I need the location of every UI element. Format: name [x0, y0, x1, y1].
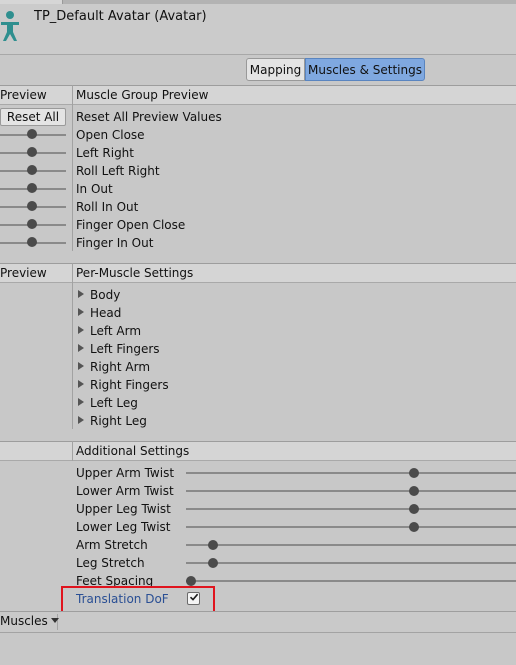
setting-slider-handle[interactable] [409, 522, 419, 532]
setting-slider-track[interactable] [186, 580, 516, 582]
setting-slider-track[interactable] [186, 490, 516, 492]
muscle-group-preview-header: Preview Muscle Group Preview [0, 85, 516, 105]
muscle-group-row: Finger Open Close [76, 218, 186, 232]
foldout-left-leg[interactable]: Left Leg [78, 396, 138, 410]
setting-label: Upper Arm Twist [76, 466, 175, 480]
window-tab[interactable] [0, 0, 63, 4]
muscle-group-row: Open Close [76, 128, 145, 142]
expand-triangle-icon [78, 398, 84, 406]
section-title: Additional Settings [76, 444, 190, 458]
muscle-group-row: Roll In Out [76, 200, 139, 214]
foldout-left-arm[interactable]: Left Arm [78, 324, 141, 338]
expand-triangle-icon [78, 416, 84, 424]
reset-all-button[interactable]: Reset All [0, 108, 66, 126]
setting-slider-track[interactable] [186, 472, 516, 474]
per-muscle-settings-header: Preview Per-Muscle Settings [0, 263, 516, 283]
setting-slider-track[interactable] [186, 544, 516, 546]
preview-slider-handle[interactable] [27, 201, 37, 211]
highlight-box [61, 586, 215, 614]
foldout-body[interactable]: Body [78, 288, 120, 302]
foldout-right-leg[interactable]: Right Leg [78, 414, 147, 428]
expand-triangle-icon [78, 308, 84, 316]
setting-label: Lower Leg Twist [76, 520, 171, 534]
muscles-dropdown[interactable]: Muscles [0, 614, 59, 630]
foldout-right-fingers[interactable]: Right Fingers [78, 378, 169, 392]
setting-slider-handle[interactable] [409, 504, 419, 514]
tab-muscles-settings[interactable]: Muscles & Settings [305, 58, 425, 81]
dropdown-arrow-icon [50, 618, 59, 623]
expand-triangle-icon [78, 290, 84, 298]
avatar-title: TP_Default Avatar (Avatar) [34, 9, 207, 24]
setting-label: Leg Stretch [76, 556, 145, 570]
toolbar-divider [0, 54, 516, 55]
setting-label: Arm Stretch [76, 538, 148, 552]
setting-slider-track[interactable] [186, 508, 516, 510]
preview-slider-handle[interactable] [27, 147, 37, 157]
foldout-right-arm[interactable]: Right Arm [78, 360, 150, 374]
footer-divider [0, 632, 516, 633]
window-tab-strip [0, 0, 516, 4]
setting-slider-track[interactable] [186, 526, 516, 528]
muscle-group-row: Left Right [76, 146, 134, 160]
reset-all-label: Reset All Preview Values [76, 110, 222, 124]
expand-triangle-icon [78, 380, 84, 388]
section-title: Muscle Group Preview [76, 88, 209, 102]
tab-mapping[interactable]: Mapping [246, 58, 305, 81]
preview-column-header: Preview [0, 88, 47, 102]
foldout-left-fingers[interactable]: Left Fingers [78, 342, 160, 356]
preview-column-header: Preview [0, 266, 47, 280]
expand-triangle-icon [78, 344, 84, 352]
setting-slider-track[interactable] [186, 562, 516, 564]
column-divider [72, 85, 73, 251]
setting-slider-handle[interactable] [208, 540, 218, 550]
expand-triangle-icon [78, 362, 84, 370]
additional-settings-header: Additional Settings [0, 441, 516, 461]
column-divider [72, 263, 73, 429]
setting-label: Upper Leg Twist [76, 502, 171, 516]
setting-label: Lower Arm Twist [76, 484, 174, 498]
footer-bar [0, 612, 516, 632]
muscle-group-row: Roll Left Right [76, 164, 160, 178]
setting-slider-handle[interactable] [186, 576, 196, 586]
muscle-group-row: In Out [76, 182, 113, 196]
avatar-person-icon [1, 11, 19, 41]
foldout-head[interactable]: Head [78, 306, 121, 320]
expand-triangle-icon [78, 326, 84, 334]
preview-slider-handle[interactable] [27, 183, 37, 193]
preview-slider-handle[interactable] [27, 129, 37, 139]
column-divider [72, 441, 73, 461]
preview-slider-handle[interactable] [27, 165, 37, 175]
setting-slider-handle[interactable] [409, 486, 419, 496]
muscle-group-row: Finger In Out [76, 236, 154, 250]
setting-slider-handle[interactable] [409, 468, 419, 478]
preview-slider-handle[interactable] [27, 237, 37, 247]
setting-slider-handle[interactable] [208, 558, 218, 568]
preview-slider-handle[interactable] [27, 219, 37, 229]
section-title: Per-Muscle Settings [76, 266, 194, 280]
